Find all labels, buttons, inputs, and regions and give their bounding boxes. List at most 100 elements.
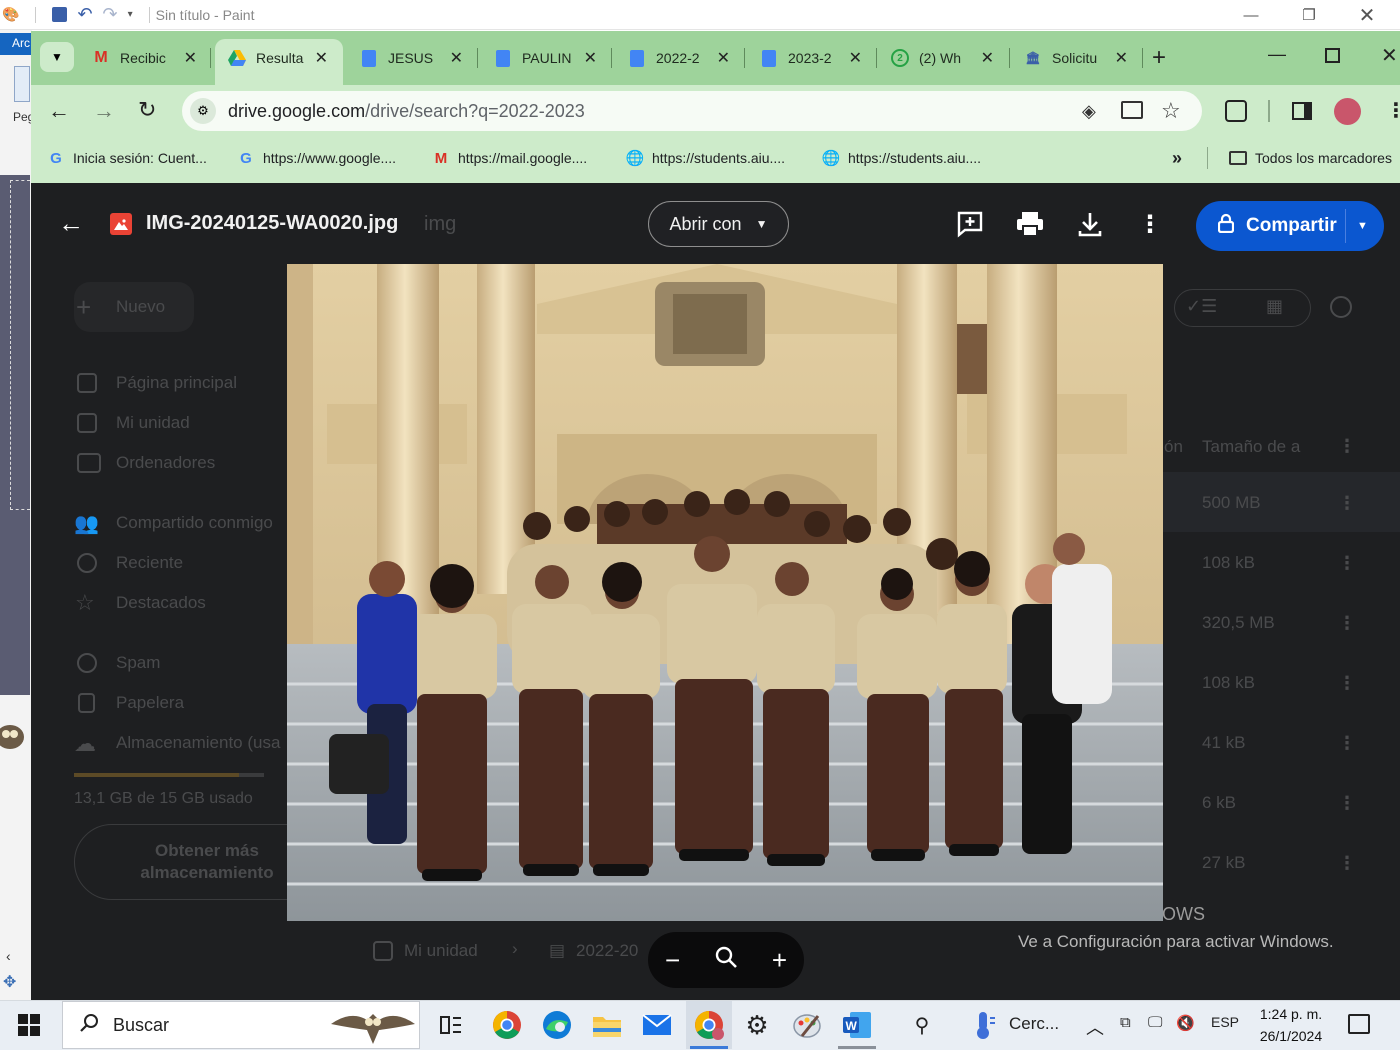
network-icon[interactable]: 🖵 bbox=[1148, 1014, 1162, 1031]
move-icon[interactable]: ✥ bbox=[3, 972, 16, 992]
nav-trash[interactable]: Papelera bbox=[116, 693, 184, 713]
paint-canvas[interactable] bbox=[0, 175, 30, 695]
mail-icon[interactable] bbox=[640, 1008, 674, 1042]
row-menu-icon[interactable]: ⋮ bbox=[1338, 793, 1356, 814]
back-button[interactable]: ← bbox=[48, 98, 70, 124]
tab-doc-2022[interactable]: 2022-2 ✕ bbox=[628, 40, 730, 76]
share-dropdown-icon[interactable]: ▼ bbox=[1357, 220, 1368, 232]
bookmark-item[interactable]: Ghttps://www.google.... bbox=[237, 147, 396, 169]
install-app-icon[interactable] bbox=[1121, 101, 1143, 119]
tab-search-button[interactable]: ▼ bbox=[40, 42, 74, 72]
new-tab-button[interactable]: + bbox=[1152, 44, 1166, 72]
row-menu-icon[interactable]: ⋮ bbox=[1338, 493, 1356, 514]
meet-now-icon[interactable]: ⧉ bbox=[1120, 1014, 1131, 1031]
zoom-out-button[interactable]: − bbox=[665, 945, 680, 976]
add-comment-button[interactable] bbox=[954, 208, 986, 240]
edge-taskbar-icon[interactable] bbox=[540, 1008, 574, 1042]
paint-file-tab[interactable]: Arc bbox=[0, 33, 32, 55]
restore-button[interactable]: ❐ bbox=[1280, 0, 1338, 30]
close-tab-icon[interactable]: ✕ bbox=[849, 48, 862, 68]
language-indicator[interactable]: ESP bbox=[1211, 1014, 1239, 1030]
tab-doc-2023[interactable]: 2023-2 ✕ bbox=[760, 40, 862, 76]
breadcrumb-my-drive[interactable]: Mi unidad bbox=[404, 941, 478, 961]
zoom-reset-button[interactable] bbox=[714, 945, 738, 976]
print-button[interactable] bbox=[1014, 208, 1046, 240]
task-view-icon[interactable] bbox=[434, 1008, 468, 1042]
clock[interactable]: 1:24 p. m. 26/1/2024 bbox=[1246, 1003, 1336, 1047]
chrome-taskbar-icon[interactable] bbox=[490, 1008, 524, 1042]
list-view-icon[interactable]: ✓☰ bbox=[1186, 296, 1217, 317]
reload-button[interactable]: ↻ bbox=[138, 97, 156, 123]
bookmark-star-icon[interactable]: ☆ bbox=[1161, 98, 1181, 124]
column-header-size[interactable]: Tamaño de a bbox=[1202, 437, 1300, 457]
column-options-icon[interactable]: ⋮ bbox=[1338, 436, 1356, 457]
lens-icon[interactable]: ◈ bbox=[1082, 101, 1096, 122]
nav-shared[interactable]: Compartido conmigo bbox=[116, 513, 273, 533]
close-tab-icon[interactable]: ✕ bbox=[315, 48, 328, 68]
chrome-minimize-button[interactable]: — bbox=[1268, 44, 1286, 65]
tab-doc-paulin[interactable]: PAULIN ✕ bbox=[494, 40, 597, 76]
chrome-active-taskbar-icon[interactable] bbox=[692, 1008, 726, 1042]
settings-icon[interactable]: ⚙ bbox=[740, 1008, 774, 1042]
more-options-button[interactable]: ⋮ bbox=[1134, 208, 1166, 240]
all-bookmarks-folder[interactable]: Todos los marcadores bbox=[1229, 147, 1392, 169]
close-tab-icon[interactable]: ✕ bbox=[981, 48, 994, 68]
close-tab-icon[interactable]: ✕ bbox=[584, 48, 597, 68]
nav-home[interactable]: Página principal bbox=[116, 373, 237, 393]
paint-taskbar-icon[interactable] bbox=[790, 1008, 824, 1042]
row-menu-icon[interactable]: ⋮ bbox=[1338, 553, 1356, 574]
close-tab-icon[interactable]: ✕ bbox=[717, 48, 730, 68]
word-taskbar-icon[interactable]: W bbox=[840, 1008, 874, 1042]
bookmark-item[interactable]: Mhttps://mail.google.... bbox=[432, 147, 587, 169]
forward-button[interactable]: → bbox=[93, 98, 115, 124]
row-menu-icon[interactable]: ⋮ bbox=[1338, 853, 1356, 874]
tab-doc-jesus[interactable]: JESUS ✕ bbox=[360, 40, 463, 76]
redo-icon[interactable]: ↷ bbox=[103, 4, 118, 25]
row-menu-icon[interactable]: ⋮ bbox=[1338, 733, 1356, 754]
close-tab-icon[interactable]: ✕ bbox=[450, 48, 463, 68]
nav-my-drive[interactable]: Mi unidad bbox=[116, 413, 190, 433]
bookmark-item[interactable]: 🌐 https://students.aiu.... bbox=[626, 147, 785, 169]
bookmark-item[interactable]: 🌐 https://students.aiu.... bbox=[822, 147, 981, 169]
tab-drive[interactable]: Resulta ✕ bbox=[228, 40, 328, 76]
chrome-maximize-button[interactable] bbox=[1325, 48, 1340, 63]
save-icon[interactable] bbox=[52, 7, 68, 22]
avatar[interactable] bbox=[1334, 98, 1361, 125]
nav-storage[interactable]: Almacenamiento (usa bbox=[116, 733, 286, 753]
viewer-image[interactable] bbox=[287, 264, 1163, 921]
file-explorer-icon[interactable] bbox=[590, 1008, 624, 1042]
chrome-menu-icon[interactable]: ⋮ bbox=[1386, 98, 1400, 123]
tab-whatsapp[interactable]: 2 (2) Wh ✕ bbox=[891, 40, 994, 76]
breadcrumb-file[interactable]: 2022-20 bbox=[576, 941, 638, 961]
more-bookmarks-button[interactable]: » bbox=[1172, 147, 1182, 169]
nav-spam[interactable]: Spam bbox=[116, 653, 160, 673]
bookmark-item[interactable]: G Inicia sesión: Cuent... bbox=[47, 147, 207, 169]
nav-recent[interactable]: Reciente bbox=[116, 553, 183, 573]
volume-muted-icon[interactable]: 🔇 bbox=[1176, 1014, 1195, 1032]
people-icon[interactable]: ⚲ bbox=[905, 1008, 939, 1042]
close-button[interactable]: ✕ bbox=[1338, 0, 1396, 30]
undo-icon[interactable]: ↶ bbox=[77, 4, 92, 25]
grid-view-icon[interactable]: ▦ bbox=[1266, 296, 1283, 317]
quick-access-dropdown-icon[interactable]: ▾ bbox=[128, 9, 133, 20]
tab-gmail[interactable]: M Recibic ✕ bbox=[92, 40, 197, 76]
weather-label[interactable]: Cerc... bbox=[1009, 1014, 1059, 1034]
nav-starred[interactable]: Destacados bbox=[116, 593, 206, 613]
download-button[interactable] bbox=[1074, 208, 1106, 240]
nav-computers[interactable]: Ordenadores bbox=[116, 453, 215, 473]
row-menu-icon[interactable]: ⋮ bbox=[1338, 673, 1356, 694]
scroll-left-icon[interactable]: ‹ bbox=[6, 948, 11, 964]
notifications-icon[interactable] bbox=[1348, 1014, 1370, 1034]
taskbar-search[interactable]: Buscar bbox=[62, 1001, 420, 1049]
start-button[interactable] bbox=[18, 1014, 40, 1041]
extensions-icon[interactable] bbox=[1225, 100, 1247, 122]
zoom-in-button[interactable]: + bbox=[772, 945, 787, 976]
tab-solicitud[interactable]: 🏛 Solicitu ✕ bbox=[1024, 40, 1128, 76]
url-text[interactable]: drive.google.com/drive/search?q=2022-202… bbox=[228, 101, 585, 122]
weather-icon[interactable] bbox=[966, 1008, 1000, 1042]
close-tab-icon[interactable]: ✕ bbox=[184, 48, 197, 68]
share-button[interactable]: Compartir ▼ bbox=[1196, 201, 1384, 251]
site-info-button[interactable]: ⚙ bbox=[190, 98, 216, 124]
info-icon[interactable] bbox=[1330, 296, 1352, 318]
chrome-close-button[interactable]: ✕ bbox=[1381, 43, 1398, 68]
